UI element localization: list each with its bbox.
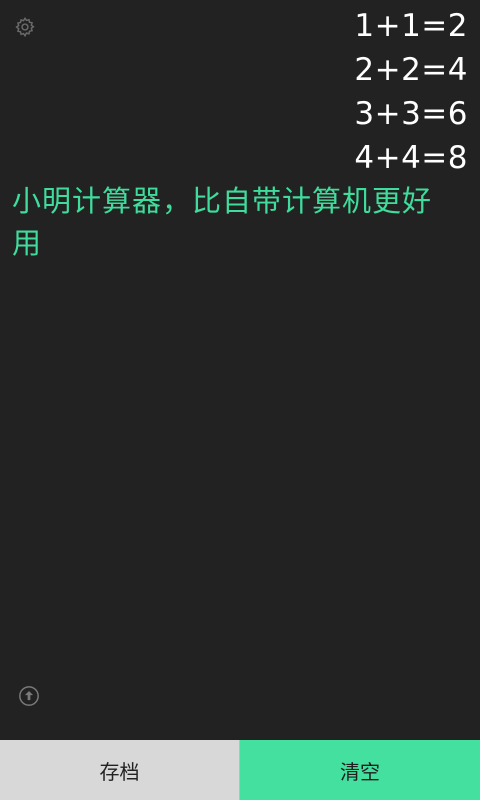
arrow-up-circle-icon — [19, 686, 39, 706]
clear-button[interactable]: 清空 — [240, 740, 480, 800]
history-line: 1+1=2 — [354, 8, 468, 44]
calculation-history: 1+1=2 2+2=4 3+3=6 4+4=8 — [28, 4, 468, 180]
calculator-screen: 1+1=2 2+2=4 3+3=6 4+4=8 小明计算器，比自带计算机更好用 … — [0, 0, 480, 800]
bottom-action-bar: 存档 清空 — [0, 740, 480, 800]
history-line: 4+4=8 — [354, 140, 468, 176]
history-line: 3+3=6 — [354, 96, 468, 132]
history-line: 2+2=4 — [354, 52, 468, 88]
input-display[interactable]: 小明计算器，比自带计算机更好用 — [12, 180, 452, 264]
upload-button[interactable] — [18, 685, 40, 707]
save-button[interactable]: 存档 — [0, 740, 240, 800]
